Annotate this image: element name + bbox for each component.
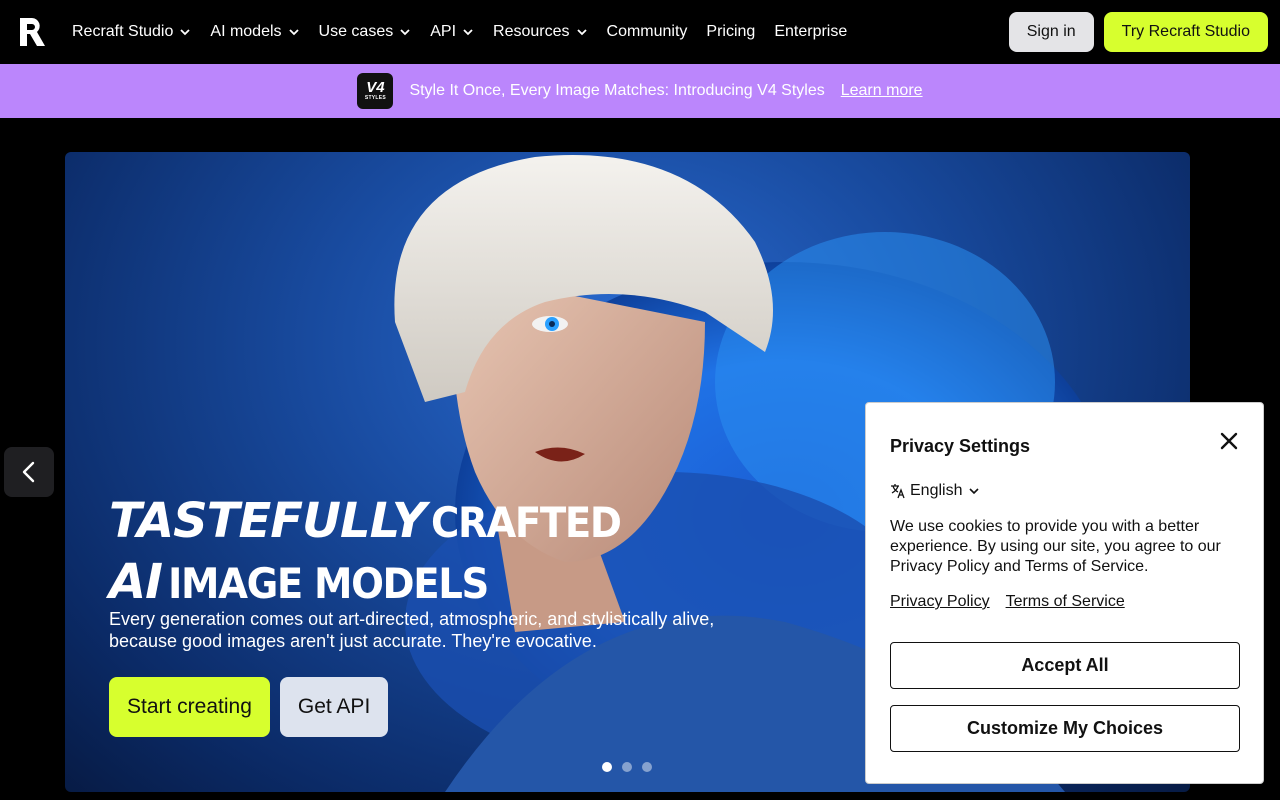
title-italic-2: AI xyxy=(109,554,163,610)
language-selector[interactable]: English xyxy=(890,482,980,500)
menu-api[interactable]: API xyxy=(430,23,474,41)
chevron-down-icon xyxy=(463,29,473,36)
privacy-title: Privacy Settings xyxy=(890,436,1031,456)
privacy-settings-dialog: Privacy Settings English We use cookies … xyxy=(865,402,1264,784)
menu-use-cases[interactable]: Use cases xyxy=(319,23,412,41)
chevron-down-icon xyxy=(969,488,980,495)
terms-of-service-link[interactable]: Terms of Service xyxy=(1006,593,1125,611)
menu-recraft-studio[interactable]: Recraft Studio xyxy=(72,23,191,41)
carousel-dot-2[interactable] xyxy=(622,762,632,772)
learn-more-link[interactable]: Learn more xyxy=(841,82,923,100)
title-italic-1: TASTEFULLY xyxy=(109,493,426,549)
menu-pricing[interactable]: Pricing xyxy=(706,23,755,41)
chevron-down-icon xyxy=(180,29,191,36)
menu-label: AI models xyxy=(210,23,282,40)
sign-in-button[interactable]: Sign in xyxy=(1008,12,1094,52)
privacy-policy-link[interactable]: Privacy Policy xyxy=(890,593,990,611)
announcement-banner: V4 STYLES Style It Once, Every Image Mat… xyxy=(0,64,1280,118)
hero-title: TASTEFULLY CRAFTED AI IMAGE MODELS xyxy=(109,496,637,618)
chevron-down-icon xyxy=(288,29,299,36)
get-api-button[interactable]: Get API xyxy=(279,677,389,737)
privacy-links: Privacy Policy Terms of Service xyxy=(890,593,1125,611)
title-cond-1: CRAFTED xyxy=(431,498,622,547)
menu-enterprise[interactable]: Enterprise xyxy=(774,23,847,41)
carousel-dots xyxy=(602,762,652,772)
customize-choices-button[interactable]: Customize My Choices xyxy=(890,705,1240,752)
close-icon[interactable] xyxy=(1217,429,1241,453)
v4-styles-badge: V4 STYLES xyxy=(357,73,394,109)
translate-icon xyxy=(891,484,905,499)
title-cond-2: IMAGE MODELS xyxy=(167,559,489,608)
menu-ai-models[interactable]: AI models xyxy=(210,23,299,41)
banner-text: Style It Once, Every Image Matches: Intr… xyxy=(409,82,825,99)
badge-sub: STYLES xyxy=(364,95,387,101)
carousel-dot-1[interactable] xyxy=(602,762,612,772)
chevron-down-icon xyxy=(576,29,587,36)
badge-main: V4 xyxy=(366,79,385,96)
top-navigation: Recraft Studio AI models Use cases API R… xyxy=(0,0,1280,64)
carousel-dot-3[interactable] xyxy=(642,762,652,772)
chevron-left-icon xyxy=(22,461,35,483)
recraft-logo-icon[interactable] xyxy=(16,16,48,48)
hero-buttons: Start creating Get API xyxy=(109,677,389,737)
carousel-prev-button[interactable] xyxy=(4,447,54,497)
chevron-down-icon xyxy=(400,29,410,36)
language-label: English xyxy=(910,482,963,499)
accept-all-button[interactable]: Accept All xyxy=(890,642,1240,689)
menu-label: Pricing xyxy=(706,23,756,40)
menu-label: Community xyxy=(606,23,688,40)
menu-label: Enterprise xyxy=(774,23,848,40)
menu-label: Recraft Studio xyxy=(72,23,174,40)
start-creating-button[interactable]: Start creating xyxy=(109,677,270,737)
try-recraft-studio-button[interactable]: Try Recraft Studio xyxy=(1103,12,1268,52)
hero-subtitle: Every generation comes out art-directed,… xyxy=(109,609,715,651)
menu-label: Resources xyxy=(493,23,570,40)
menu-community[interactable]: Community xyxy=(607,23,688,41)
menu-label: API xyxy=(430,23,457,40)
menu-resources[interactable]: Resources xyxy=(493,23,587,41)
menu-label: Use cases xyxy=(318,23,394,40)
main-menu: Recraft Studio AI models Use cases API R… xyxy=(72,0,866,64)
privacy-body: We use cookies to provide you with a bet… xyxy=(890,518,1221,575)
nav-actions: Sign in Try Recraft Studio xyxy=(1008,12,1268,52)
